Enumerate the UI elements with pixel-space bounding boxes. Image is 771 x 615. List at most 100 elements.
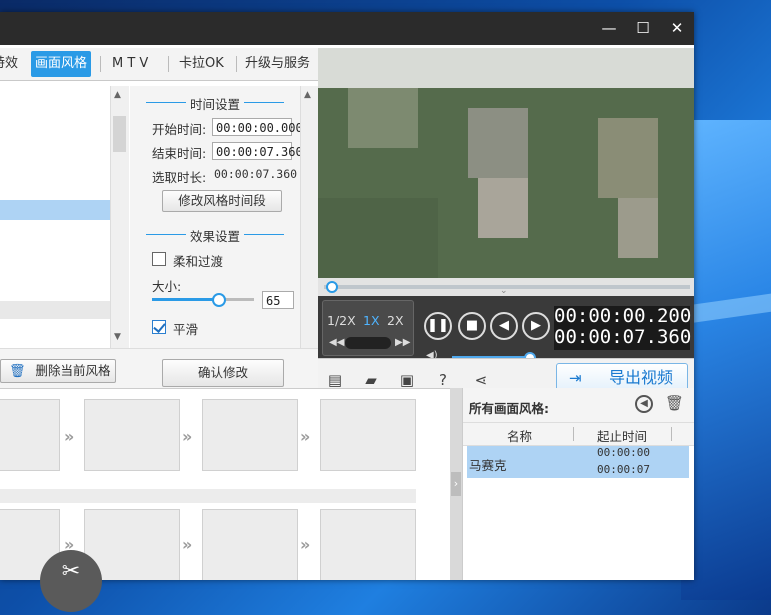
speed-dial[interactable]	[345, 337, 391, 349]
applied-styles-title: 所有画面风格:	[469, 401, 549, 416]
style-actions-bar: 🗑 删除当前风格 确认修改	[0, 348, 318, 389]
open-folder-icon[interactable]: ▰	[362, 371, 380, 389]
tab-divider	[168, 56, 169, 72]
title-bar: — ☐ ✕	[0, 12, 694, 45]
size-label: 大小:	[152, 279, 182, 294]
effect-settings-title: 效果设置	[130, 226, 300, 245]
style-start-time: 00:00:00	[597, 446, 650, 459]
fast-forward-icon[interactable]: ▶▶	[395, 337, 410, 348]
clip-thumbnail[interactable]	[320, 399, 416, 471]
smooth-label: 平滑	[173, 322, 199, 337]
rewind-icon[interactable]: ◀◀	[329, 337, 344, 348]
maximize-button[interactable]: ☐	[626, 12, 660, 45]
player-controls: 1/2X 1X 2X ◀◀ ▶▶ ❚❚ ■ ◀ ▶ 00:00:00.200 0…	[318, 296, 694, 358]
total-time: 00:00:07.360	[554, 326, 692, 348]
pause-button[interactable]: ❚❚	[424, 312, 452, 340]
tab-picture-style[interactable]: 画面风格	[31, 51, 92, 77]
expand-icon[interactable]: ›	[451, 472, 461, 496]
time-settings-title: 时间设置	[130, 94, 300, 113]
scroll-thumb[interactable]	[113, 116, 126, 152]
time-display: 00:00:00.200 00:00:07.360	[554, 305, 692, 350]
tab-mtv[interactable]: M T V	[112, 51, 148, 77]
export-label: 导出视频	[608, 368, 673, 387]
size-input[interactable]: 65	[262, 291, 294, 309]
column-name: 名称	[507, 429, 533, 444]
clip-thumbnail[interactable]	[320, 509, 416, 580]
settings-scrollbar[interactable]: ▲	[300, 86, 319, 348]
list-item-selected[interactable]	[0, 200, 110, 220]
video-preview[interactable]	[318, 48, 694, 278]
soft-transition-checkbox[interactable]	[152, 252, 166, 266]
close-button[interactable]: ✕	[660, 12, 694, 45]
timeline-divider	[0, 489, 416, 503]
maximize-icon: ☐	[636, 19, 650, 37]
tab-divider	[100, 56, 101, 72]
column-time: 起止时间	[597, 429, 648, 444]
tab-bar: 特效 画面风格 M T V 卡拉OK 升级与服务	[0, 48, 318, 81]
save-icon[interactable]: ▣	[398, 371, 416, 389]
trash-icon: 🗑	[9, 364, 26, 379]
clip-thumbnail[interactable]	[202, 509, 298, 580]
minimize-button[interactable]: —	[592, 12, 626, 45]
scroll-up-icon[interactable]: ▲	[304, 90, 311, 100]
size-slider-fill	[152, 298, 218, 301]
applied-styles-columns: 名称 起止时间	[463, 422, 694, 446]
step-forward-icon: ▶	[531, 318, 541, 333]
scissors-icon: ✂	[61, 559, 81, 584]
speed-normal[interactable]: 1X	[363, 313, 380, 328]
soft-transition-label: 柔和过渡	[173, 254, 224, 269]
scroll-up-icon[interactable]: ▲	[114, 90, 121, 100]
clip-thumbnail[interactable]	[202, 399, 298, 471]
settings-panel: 时间设置 开始时间: 00:00:00.000 结束时间: 00:00:07.3…	[130, 86, 303, 348]
scissors-button[interactable]: ✂	[40, 550, 102, 612]
end-time-label: 结束时间:	[152, 146, 207, 161]
chevron-down-icon[interactable]: ⌄	[500, 286, 508, 296]
delete-style-button[interactable]: 🗑 删除当前风格	[0, 359, 116, 383]
duration-value: 00:00:07.360	[214, 167, 298, 181]
close-icon: ✕	[670, 19, 684, 37]
video-progress-bar[interactable]: ⌄	[318, 278, 694, 296]
current-time: 00:00:00.200	[554, 305, 692, 327]
chevron-right-icon: »	[300, 535, 311, 554]
scroll-down-icon[interactable]: ▼	[114, 332, 121, 342]
next-frame-button[interactable]: ▶	[522, 312, 550, 340]
stop-icon: ■	[465, 318, 479, 333]
applied-styles-header: 所有画面风格: ◀ 🗑	[463, 388, 694, 422]
start-time-input[interactable]: 00:00:00.000	[212, 118, 303, 136]
clip-thumbnail[interactable]	[84, 399, 180, 471]
stop-button[interactable]: ■	[458, 312, 486, 340]
clip-thumbnail[interactable]	[0, 399, 60, 471]
speed-half[interactable]: 1/2X	[327, 313, 356, 328]
prev-frame-button[interactable]: ◀	[490, 312, 518, 340]
smooth-checkbox[interactable]	[152, 320, 166, 334]
tab-karaoke[interactable]: 卡拉OK	[179, 51, 224, 77]
panel-splitter[interactable]: ›	[450, 388, 462, 580]
list-scrollbar[interactable]: ▲ ▼	[110, 86, 129, 348]
pause-icon: ❚❚	[427, 318, 449, 333]
modify-time-button[interactable]: 修改风格时间段	[162, 190, 282, 212]
chevron-right-icon: »	[300, 427, 311, 446]
end-time-input[interactable]: 00:00:07.360	[212, 142, 303, 160]
chevron-right-icon: »	[182, 427, 193, 446]
duration-label: 选取时长:	[152, 170, 207, 185]
speed-double[interactable]: 2X	[387, 313, 404, 328]
applied-style-row[interactable]: 马赛克 00:00:00 00:00:07	[467, 446, 689, 478]
new-project-icon[interactable]: ▤	[326, 371, 344, 389]
tab-upgrade[interactable]: 升级与服务	[245, 51, 310, 77]
minimize-icon: —	[601, 19, 617, 37]
back-icon[interactable]: ◀	[635, 395, 653, 413]
app-window: — ☐ ✕ 特效 画面风格 M T V 卡拉OK 升级与服务 ▲ ▼ 时间设置 …	[0, 12, 694, 580]
trash-icon[interactable]: 🗑	[665, 394, 684, 412]
chevron-right-icon: »	[182, 535, 193, 554]
share-icon[interactable]: ⋖	[472, 371, 490, 389]
size-slider-knob[interactable]	[212, 293, 226, 307]
applied-styles-panel: 所有画面风格: ◀ 🗑 名称 起止时间 马赛克 00:00:00 00:00:0…	[462, 388, 694, 580]
tab-effects[interactable]: 特效	[0, 51, 18, 77]
speed-selector: 1/2X 1X 2X ◀◀ ▶▶	[322, 300, 414, 356]
desktop-light	[681, 120, 771, 600]
playhead-knob[interactable]	[326, 281, 338, 293]
help-icon[interactable]: ?	[434, 371, 452, 389]
list-item[interactable]	[0, 301, 110, 319]
confirm-button[interactable]: 确认修改	[162, 359, 284, 387]
start-time-label: 开始时间:	[152, 122, 207, 137]
